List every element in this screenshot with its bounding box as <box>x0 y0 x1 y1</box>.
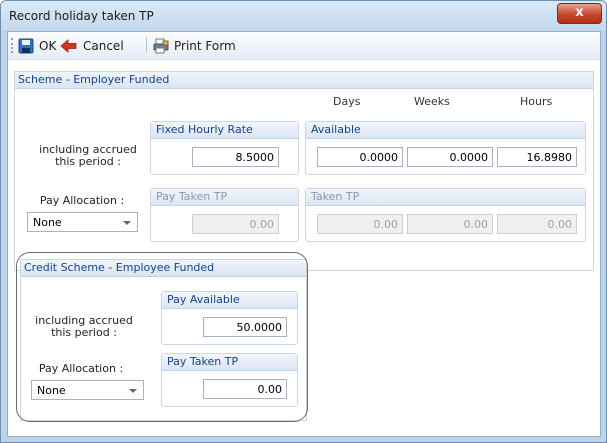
accrued-label: including accrued this period : <box>33 144 143 168</box>
fixed-hourly-rate-group: Fixed Hourly Rate 8.5000 <box>150 121 299 175</box>
column-days-header: Days <box>333 95 361 108</box>
ok-button[interactable]: OK <box>18 36 56 55</box>
ok-label: OK <box>39 38 57 53</box>
column-weeks-header: Weeks <box>414 95 450 108</box>
save-disk-icon <box>18 38 34 53</box>
pay-taken-field: 0.00 <box>192 214 279 234</box>
available-weeks-field[interactable]: 0.0000 <box>407 147 493 167</box>
print-form-label: Print Form <box>174 38 236 53</box>
close-button[interactable]: x <box>557 3 602 24</box>
taken-hours-field: 0.00 <box>497 214 577 234</box>
window-title: Record holiday taken TP <box>9 9 154 23</box>
title-bar[interactable]: Record holiday taken TP x <box>1 1 606 31</box>
column-hours-header: Hours <box>520 95 553 108</box>
pay-taken-group: Pay Taken TP 0.00 <box>150 188 299 242</box>
employer-funded-panel: Scheme - Employer Funded Days Weeks Hour… <box>14 71 594 271</box>
cancel-label: Cancel <box>83 38 124 53</box>
cancel-button[interactable]: Cancel <box>60 36 124 55</box>
available-days-field[interactable]: 0.0000 <box>317 147 403 167</box>
taken-weeks-field: 0.00 <box>407 214 493 234</box>
accrued-label-line-2: this period : <box>55 155 121 168</box>
available-hours-field[interactable]: 16.8980 <box>497 147 577 167</box>
printer-icon <box>153 38 169 53</box>
fixed-hourly-rate-input[interactable]: 8.5000 <box>192 147 279 167</box>
pay-allocation-value: None <box>33 216 62 229</box>
taken-days-field: 0.00 <box>317 214 403 234</box>
taken-group: Taken TP 0.00 0.00 0.00 <box>305 188 586 242</box>
pay-allocation-select[interactable]: None <box>27 212 138 232</box>
pay-allocation-label: Pay Allocation : <box>39 194 125 207</box>
taken-title: Taken TP <box>306 189 585 206</box>
available-group: Available 0.0000 0.0000 16.8980 <box>305 121 586 175</box>
highlight-outline <box>16 252 308 422</box>
print-form-button[interactable]: Print Form <box>153 36 236 55</box>
dialog-body: OK Cancel Print Form Scheme - Employer F… <box>7 31 601 437</box>
dialog-window: Record holiday taken TP x OK Cancel Prin… <box>0 0 607 443</box>
back-arrow-icon <box>60 38 77 53</box>
fixed-hourly-rate-title: Fixed Hourly Rate <box>151 122 298 139</box>
pay-taken-title: Pay Taken TP <box>151 189 298 206</box>
toolbar-grip <box>11 38 16 53</box>
chevron-down-icon[interactable] <box>123 221 131 225</box>
employer-funded-header: Scheme - Employer Funded <box>15 72 593 89</box>
toolbar-separator <box>146 37 147 53</box>
toolbar: OK Cancel Print Form <box>8 32 600 60</box>
available-title: Available <box>306 122 585 139</box>
